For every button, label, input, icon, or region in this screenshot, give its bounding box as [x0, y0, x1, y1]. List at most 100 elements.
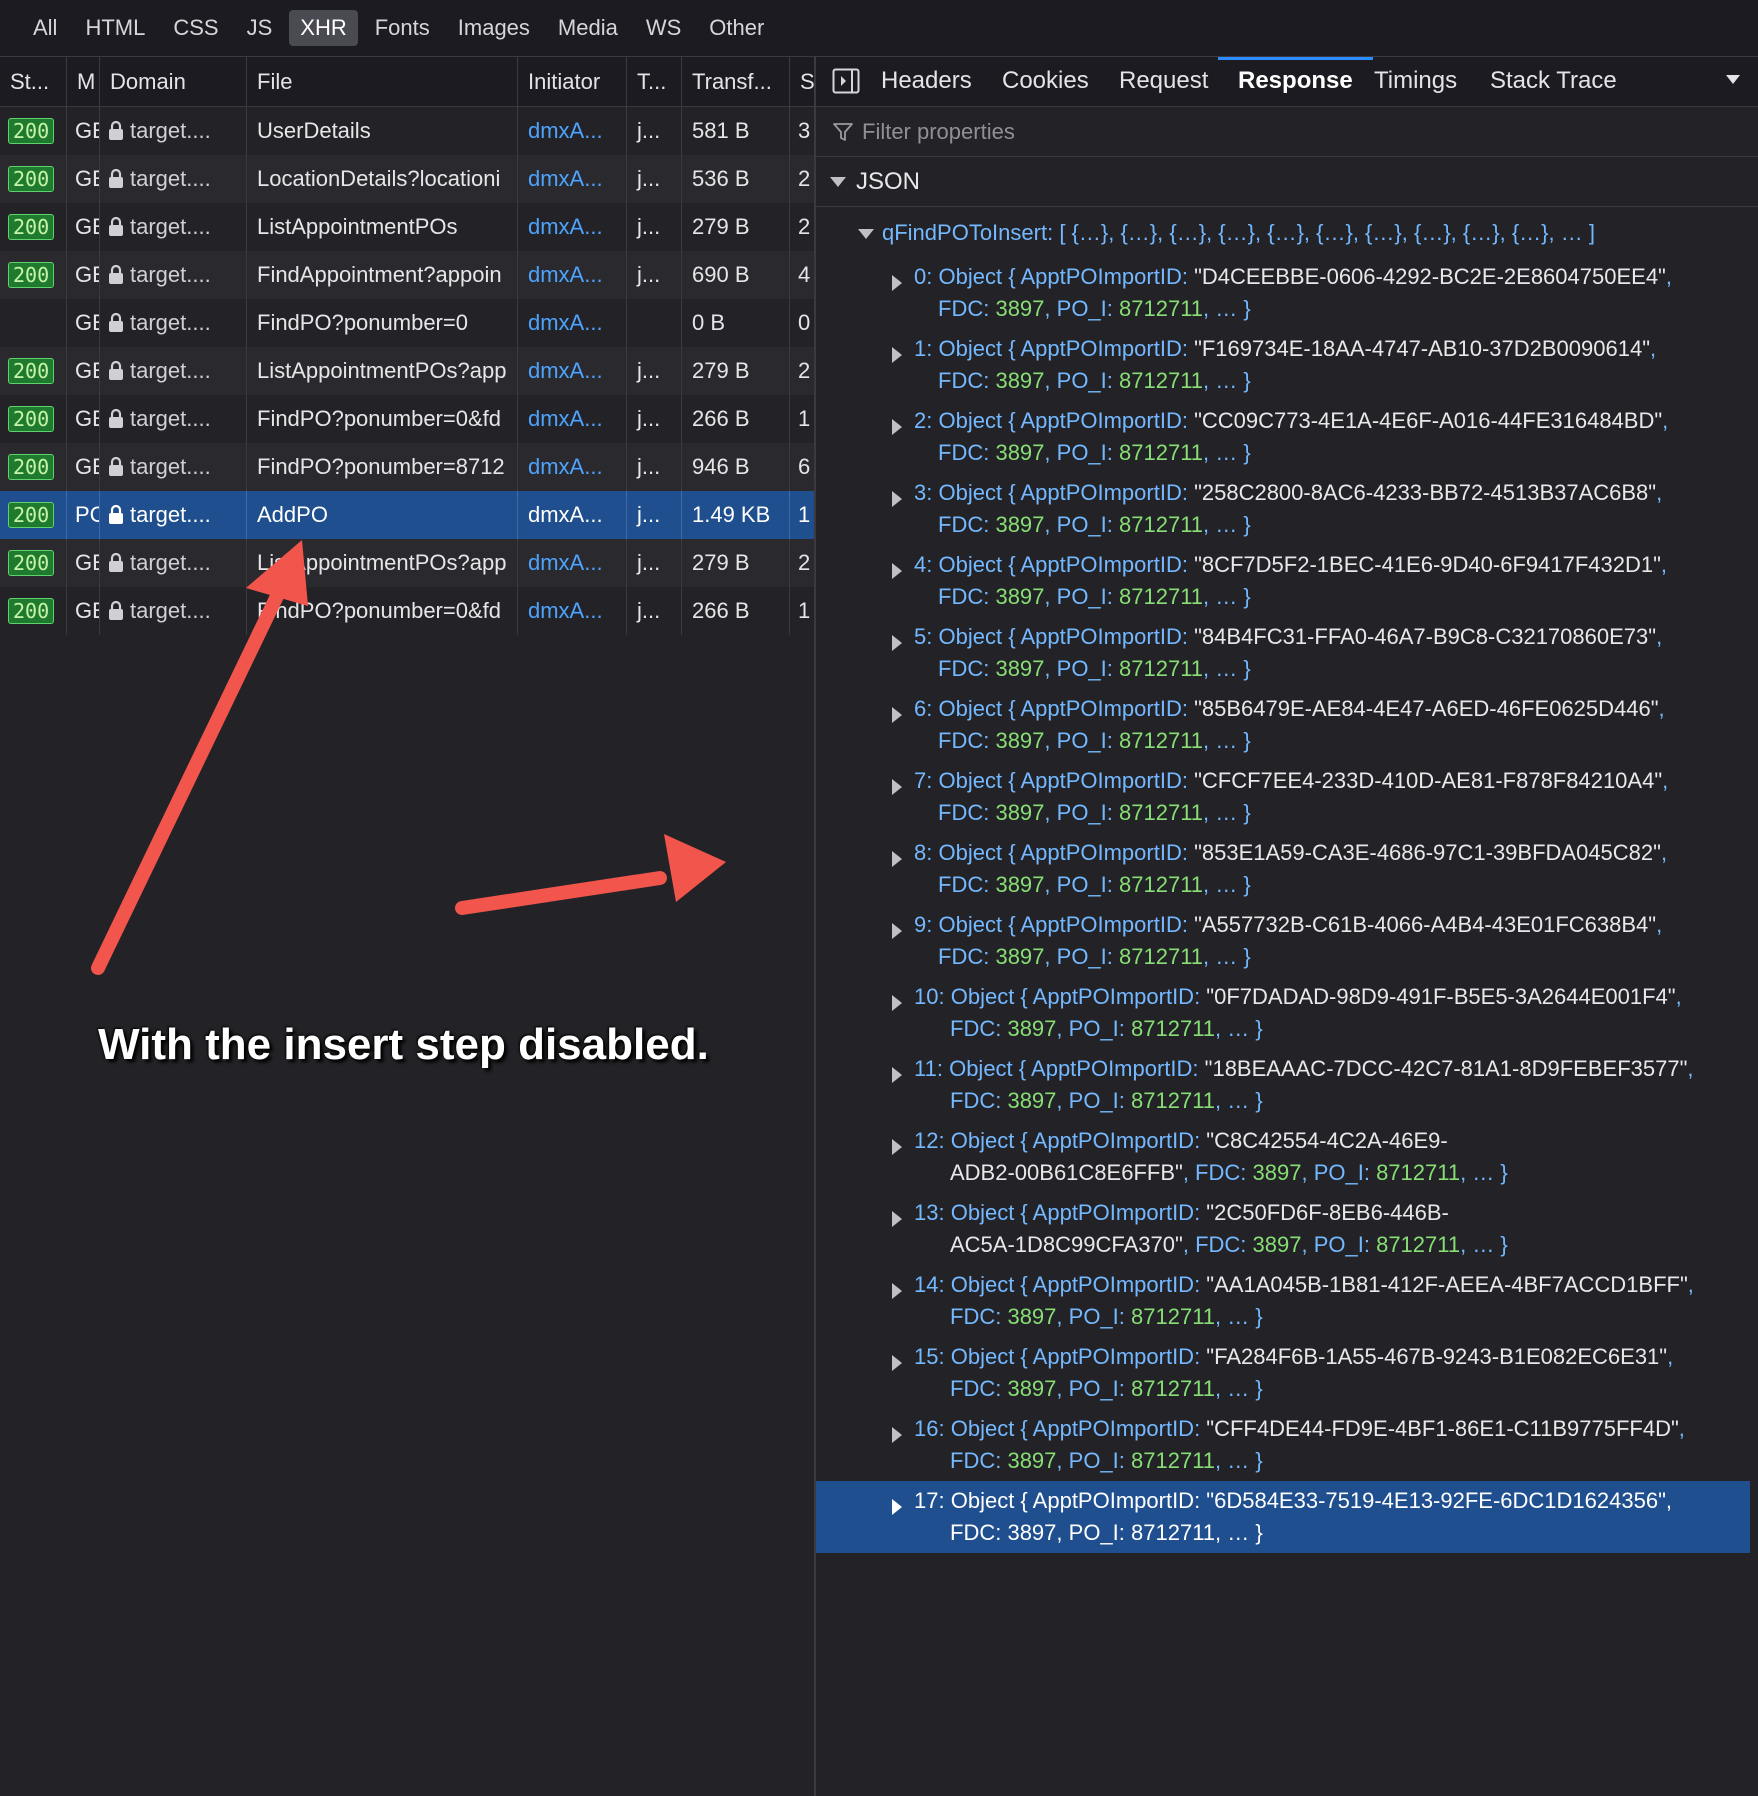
json-array-item[interactable]: 1: Object { ApptPOImportID: "F169734E-18… — [816, 329, 1750, 401]
expand-arrow-icon[interactable] — [892, 707, 902, 723]
column-domain[interactable]: Domain — [100, 57, 247, 106]
request-row[interactable]: 200 GE target.... LocationDetails?locationi… — [0, 155, 814, 203]
json-array-item[interactable]: 12: Object { ApptPOImportID: "C8C42554-4… — [816, 1121, 1750, 1193]
fdc-key: FDC — [938, 584, 984, 609]
request-row[interactable]: 200 GE target.... ListAppointmentPOsdmxA...… — [0, 203, 814, 251]
expand-arrow-icon[interactable] — [892, 1355, 902, 1371]
expand-arrow-icon[interactable] — [892, 347, 902, 363]
transferred-cell: 536 B — [682, 155, 790, 203]
json-section-header[interactable]: JSON — [816, 157, 1758, 207]
fdc-key: FDC — [938, 440, 984, 465]
method-cell: GE — [67, 251, 100, 299]
request-row[interactable]: 200 GE target.... FindPO?ponumber=0&fddmxA.… — [0, 587, 814, 635]
column-initiator[interactable]: Initiator — [518, 57, 627, 106]
filter-css[interactable]: CSS — [162, 10, 229, 46]
request-row[interactable]: 200 GE target.... FindPO?ponumber=0&fddmxA.… — [0, 395, 814, 443]
tab-response[interactable]: Response — [1218, 57, 1373, 105]
size-cell: 2 — [798, 550, 811, 575]
column-status[interactable]: St... — [0, 57, 67, 106]
fdc-key: FDC — [938, 872, 984, 897]
expand-arrow-icon[interactable] — [892, 1499, 902, 1515]
tab-headers[interactable]: Headers — [881, 57, 972, 105]
json-array-item[interactable]: 4: Object { ApptPOImportID: "8CF7D5F2-1B… — [816, 545, 1750, 617]
expand-arrow-icon[interactable] — [830, 177, 846, 187]
id-key: ApptPOImportID — [1020, 336, 1182, 361]
expand-arrow-icon[interactable] — [892, 779, 902, 795]
tab-stack-trace[interactable]: Stack Trace — [1490, 57, 1617, 105]
request-row[interactable]: 200 GE target.... UserDetailsdmxA...j...581… — [0, 107, 814, 155]
column-size[interactable]: S — [790, 57, 814, 106]
json-array-item[interactable]: 15: Object { ApptPOImportID: "FA284F6B-1… — [816, 1337, 1750, 1409]
status-badge: 200 — [8, 358, 55, 384]
json-array-item[interactable]: 2: Object { ApptPOImportID: "CC09C773-4E… — [816, 401, 1750, 473]
tab-cookies[interactable]: Cookies — [1002, 57, 1089, 105]
json-array-item[interactable]: 7: Object { ApptPOImportID: "CFCF7EE4-23… — [816, 761, 1750, 833]
expand-arrow-icon[interactable] — [892, 1283, 902, 1299]
json-array-item[interactable]: 6: Object { ApptPOImportID: "85B6479E-AE… — [816, 689, 1750, 761]
filter-properties-input[interactable] — [860, 115, 1724, 149]
expand-arrow-icon[interactable] — [892, 1067, 902, 1083]
filter-fonts[interactable]: Fonts — [364, 10, 441, 46]
filter-media[interactable]: Media — [547, 10, 629, 46]
expand-arrow-icon[interactable] — [892, 923, 902, 939]
filter-images[interactable]: Images — [447, 10, 541, 46]
po-key: PO_I — [1313, 1232, 1364, 1257]
fdc-value: 3897 — [1252, 1232, 1302, 1257]
toggle-sidebar-icon[interactable] — [832, 68, 860, 94]
item-type: Object — [938, 624, 1003, 649]
request-row[interactable]: 200 GE target.... FindPO?ponumber=8712dmxA.… — [0, 443, 814, 491]
request-row[interactable]: 200 GE target.... ListAppointmentPOs?appdmx… — [0, 539, 814, 587]
filter-xhr[interactable]: XHR — [289, 10, 358, 46]
json-root-node[interactable]: qFindPOToInsert: [ {…}, {…}, {…}, {…}, {… — [816, 213, 1758, 253]
item-type: Object — [950, 1272, 1015, 1297]
json-array-item[interactable]: 5: Object { ApptPOImportID: "84B4FC31-FF… — [816, 617, 1750, 689]
size-cell: 6 — [798, 454, 811, 479]
json-array-item[interactable]: 17: Object { ApptPOImportID: "6D584E33-7… — [816, 1481, 1750, 1553]
json-array-item[interactable]: 11: Object { ApptPOImportID: "18BEAAAC-7… — [816, 1049, 1750, 1121]
json-array-item[interactable]: 16: Object { ApptPOImportID: "CFF4DE44-F… — [816, 1409, 1750, 1481]
expand-arrow-icon[interactable] — [892, 275, 902, 291]
expand-arrow-icon[interactable] — [892, 563, 902, 579]
tab-request[interactable]: Request — [1119, 57, 1208, 105]
column-transferred[interactable]: Transf... — [682, 57, 790, 106]
po-value: 8712711 — [1131, 1376, 1216, 1401]
expand-arrow-icon[interactable] — [892, 1427, 902, 1443]
request-row[interactable]: 200 GE target.... ListAppointmentPOs?appdmx… — [0, 347, 814, 395]
filter-html[interactable]: HTML — [74, 10, 156, 46]
column-type[interactable]: T... — [627, 57, 682, 106]
json-array-item[interactable]: 14: Object { ApptPOImportID: "AA1A045B-1… — [816, 1265, 1750, 1337]
filter-all[interactable]: All — [22, 10, 68, 46]
method-cell: GE — [67, 107, 100, 155]
expand-arrow-icon[interactable] — [892, 1139, 902, 1155]
column-file[interactable]: File — [247, 57, 518, 106]
filter-other[interactable]: Other — [698, 10, 775, 46]
expand-arrow-icon[interactable] — [892, 419, 902, 435]
item-index: 5 — [914, 624, 927, 649]
id-value: "FA284F6B-1A55-467B-9243-B1E082EC6E31" — [1206, 1344, 1668, 1369]
request-row[interactable]: GE target.... FindPO?ponumber=0dmxA... 0 B 0 — [0, 299, 814, 347]
json-array-item[interactable]: 10: Object { ApptPOImportID: "0F7DADAD-9… — [816, 977, 1750, 1049]
chevron-down-icon[interactable] — [1726, 75, 1740, 84]
filter-ws[interactable]: WS — [635, 10, 692, 46]
expand-arrow-icon[interactable] — [858, 229, 874, 239]
id-key: ApptPOImportID — [1020, 264, 1182, 289]
expand-arrow-icon[interactable] — [892, 995, 902, 1011]
json-array-item[interactable]: 3: Object { ApptPOImportID: "258C2800-8A… — [816, 473, 1750, 545]
fdc-key: FDC — [1195, 1160, 1241, 1185]
expand-arrow-icon[interactable] — [892, 851, 902, 867]
expand-arrow-icon[interactable] — [892, 491, 902, 507]
id-value: "CFF4DE44-FD9E-4BF1-86E1-C11B9775FF4D" — [1206, 1416, 1679, 1441]
json-array-item[interactable]: 0: Object { ApptPOImportID: "D4CEEBBE-06… — [816, 257, 1750, 329]
id-key: ApptPOImportID — [1032, 984, 1195, 1009]
transferred-cell: 266 B — [682, 395, 790, 443]
json-array-item[interactable]: 13: Object { ApptPOImportID: "2C50FD6F-8… — [816, 1193, 1750, 1265]
tab-timings[interactable]: Timings — [1374, 57, 1457, 105]
filter-js[interactable]: JS — [236, 10, 284, 46]
request-row[interactable]: 200 PC target.... AddPOdmxA...j...1.49 KB 1 — [0, 491, 814, 539]
json-array-item[interactable]: 9: Object { ApptPOImportID: "A557732B-C6… — [816, 905, 1750, 977]
expand-arrow-icon[interactable] — [892, 635, 902, 651]
column-method[interactable]: M — [67, 57, 100, 106]
request-row[interactable]: 200 GE target.... FindAppointment?appoindmx… — [0, 251, 814, 299]
json-array-item[interactable]: 8: Object { ApptPOImportID: "853E1A59-CA… — [816, 833, 1750, 905]
expand-arrow-icon[interactable] — [892, 1211, 902, 1227]
